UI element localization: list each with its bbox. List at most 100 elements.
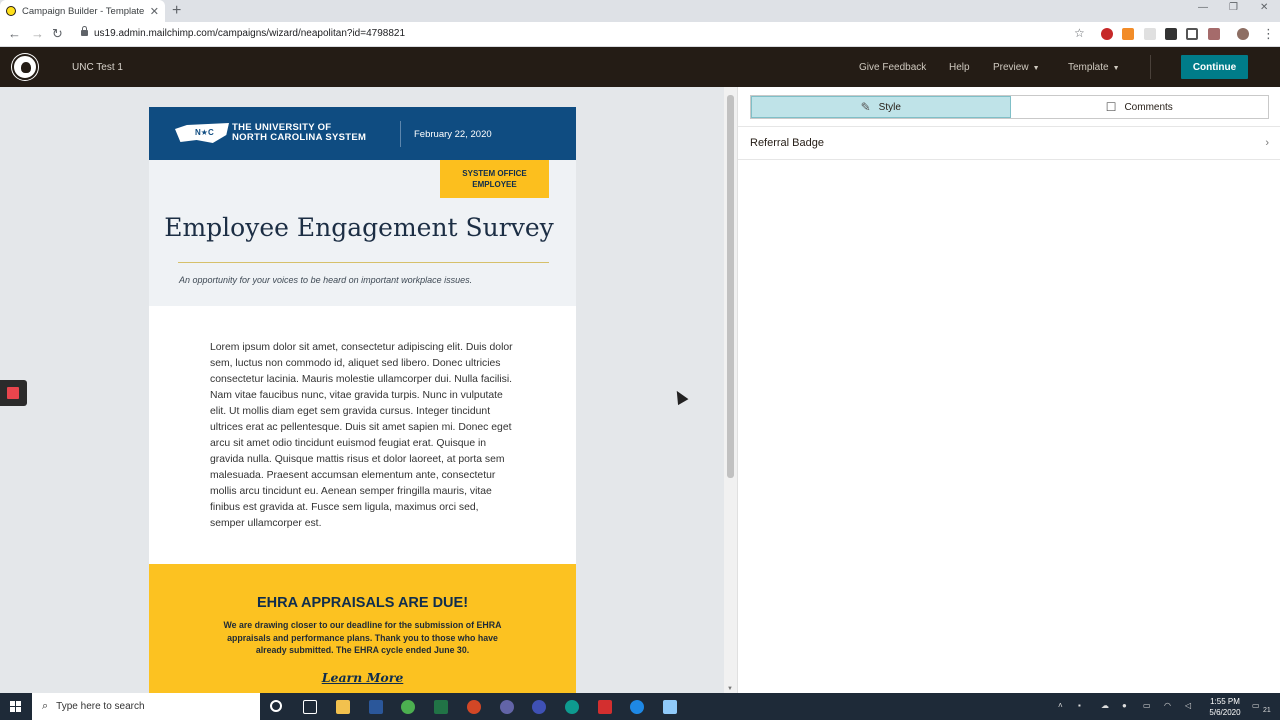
scroll-down-icon[interactable]: ▼ — [727, 686, 733, 692]
email-subtitle: An opportunity for your voices to be hea… — [179, 275, 473, 285]
email-title: Employee Engagement Survey — [164, 213, 554, 242]
word-icon[interactable] — [369, 700, 383, 714]
url-field[interactable]: us19.admin.mailchimp.com/campaigns/wizar… — [94, 28, 405, 39]
excel-icon[interactable] — [434, 700, 448, 714]
onedrive-icon[interactable]: ☁ — [1101, 701, 1109, 710]
browser-menu-icon[interactable]: ⋮ — [1262, 26, 1275, 42]
banner-text: We are drawing closer to our deadline fo… — [223, 620, 502, 655]
profile-avatar[interactable] — [1237, 28, 1249, 40]
referral-badge[interactable]: SYSTEM OFFICE EMPLOYEE — [440, 160, 549, 198]
close-window-icon[interactable]: ✕ — [1260, 2, 1268, 13]
email-date: February 22, 2020 — [414, 129, 492, 140]
browser-tab-bar: Campaign Builder - Template De ✕ + — ❐ ✕ — [0, 0, 1280, 22]
logo-mark: N★C — [195, 128, 214, 137]
lock-icon — [81, 26, 88, 36]
acrobat-icon[interactable] — [598, 700, 612, 714]
back-arrow-icon[interactable]: ← — [8, 26, 21, 41]
panel-tabs: ✎ Style ☐ Comments — [750, 95, 1269, 119]
clock-time: 1:55 PM — [1210, 697, 1240, 706]
header-separator — [400, 121, 401, 147]
battery-icon[interactable]: ▭ — [1143, 701, 1151, 710]
chevron-down-icon: ▼ — [1032, 65, 1040, 72]
browser-tab[interactable]: Campaign Builder - Template De ✕ — [0, 0, 165, 22]
learn-more-link[interactable]: Learn More — [149, 670, 576, 685]
tray-chevron-icon[interactable]: ˄ — [1058, 701, 1063, 710]
app-window: Campaign Builder - Template De ✕ + — ❐ ✕… — [0, 0, 1280, 720]
taskbar-search-field[interactable]: ⌕ Type here to search — [32, 693, 260, 720]
app-icon[interactable] — [630, 700, 644, 714]
extension-icon[interactable] — [1144, 28, 1156, 40]
tray-app-icon[interactable]: ▪ — [1078, 701, 1081, 710]
give-feedback-link[interactable]: Give Feedback — [859, 62, 926, 73]
cortana-icon[interactable] — [270, 700, 282, 712]
powerpoint-icon[interactable] — [467, 700, 481, 714]
edge-icon[interactable] — [565, 700, 579, 714]
template-menu[interactable]: Template ▼ — [1068, 62, 1120, 73]
file-explorer-icon[interactable] — [336, 700, 350, 714]
title-divider — [178, 262, 549, 263]
slack-icon[interactable] — [500, 700, 514, 714]
chevron-down-icon: ▼ — [1112, 65, 1120, 72]
notification-count: 21 — [1263, 707, 1271, 714]
email-header-block[interactable]: N★C THE UNIVERSITY OF NORTH CAROLINA SYS… — [149, 107, 576, 160]
chevron-right-icon: › — [1265, 137, 1269, 149]
record-indicator-icon[interactable] — [0, 380, 27, 406]
tab-comments[interactable]: ☐ Comments — [1011, 96, 1269, 118]
mailchimp-logo-icon[interactable] — [12, 54, 38, 80]
browser-tab-title: Campaign Builder - Template De — [22, 5, 146, 17]
email-body-text[interactable]: Lorem ipsum dolor sit amet, consectetur … — [210, 340, 515, 532]
clock-date: 5/6/2020 — [1209, 708, 1241, 717]
university-name: THE UNIVERSITY OF NORTH CAROLINA SYSTEM — [232, 123, 366, 143]
email-preview[interactable]: N★C THE UNIVERSITY OF NORTH CAROLINA SYS… — [149, 107, 576, 693]
nc-state-logo-icon: N★C — [175, 123, 229, 143]
referral-badge-label: Referral Badge — [750, 137, 824, 149]
comment-icon: ☐ — [1105, 100, 1117, 114]
referral-badge-row[interactable]: Referral Badge › — [738, 127, 1280, 160]
app-icon[interactable] — [532, 700, 546, 714]
reload-icon[interactable]: ↻ — [52, 26, 63, 42]
preview-label: Preview — [993, 62, 1029, 73]
tab-style-label: Style — [878, 101, 901, 113]
header-divider — [1150, 55, 1151, 79]
taskbar-clock[interactable]: 1:55 PM 5/6/2020 — [1202, 696, 1248, 718]
windows-start-icon[interactable] — [10, 701, 21, 712]
taskbar-search-placeholder: Type here to search — [56, 701, 145, 712]
new-tab-icon[interactable]: + — [172, 2, 181, 20]
extension-icon[interactable] — [1165, 28, 1177, 40]
ehra-banner-block[interactable]: EHRA APPRAISALS ARE DUE! We are drawing … — [149, 564, 576, 693]
scrollbar-thumb[interactable] — [727, 95, 734, 478]
restore-icon[interactable]: ❐ — [1229, 2, 1238, 13]
close-tab-icon[interactable]: ✕ — [150, 5, 159, 18]
search-icon: ⌕ — [42, 700, 49, 712]
windows-taskbar: ⌕ Type here to search ˄ ▪ ☁ ● ▭ ◠ ◁ 1:55… — [0, 693, 1280, 720]
snipping-tool-icon[interactable] — [663, 700, 677, 714]
minimize-icon[interactable]: — — [1198, 2, 1208, 13]
banner-heading: EHRA APPRAISALS ARE DUE! — [256, 595, 469, 611]
help-link[interactable]: Help — [949, 62, 970, 73]
tab-style[interactable]: ✎ Style — [751, 96, 1011, 118]
university-line-2: NORTH CAROLINA SYSTEM — [232, 132, 367, 143]
paint-brush-icon: ✎ — [860, 100, 871, 114]
campaign-name[interactable]: UNC Test 1 — [72, 62, 123, 73]
bookmark-star-icon[interactable]: ☆ — [1074, 26, 1085, 40]
extension-icon[interactable] — [1208, 28, 1220, 40]
forward-arrow-icon[interactable]: → — [31, 26, 44, 41]
preview-menu[interactable]: Preview ▼ — [993, 62, 1040, 73]
canvas-scrollbar[interactable]: ▼ — [724, 87, 737, 693]
style-panel: ✎ Style ☐ Comments Referral Badge › — [737, 87, 1280, 693]
mailchimp-header: UNC Test 1 Give Feedback Help Preview ▼ T… — [0, 47, 1280, 87]
template-label: Template — [1068, 62, 1109, 73]
volume-icon[interactable]: ◁ — [1185, 701, 1191, 710]
task-view-icon[interactable] — [303, 700, 317, 714]
extension-icon[interactable] — [1122, 28, 1134, 40]
address-bar: ← → ↻ us19.admin.mailchimp.com/campaigns… — [0, 22, 1280, 47]
tab-comments-label: Comments — [1124, 101, 1173, 113]
wifi-icon[interactable]: ◠ — [1164, 701, 1171, 710]
notification-icon[interactable]: ▭ — [1252, 701, 1260, 710]
mailchimp-favicon-icon — [6, 6, 16, 16]
extension-icon[interactable] — [1101, 28, 1113, 40]
screenshot-extension-icon[interactable] — [1186, 28, 1198, 40]
chrome-icon[interactable] — [401, 700, 415, 714]
continue-button[interactable]: Continue — [1181, 55, 1248, 79]
microphone-icon[interactable]: ● — [1122, 701, 1127, 710]
